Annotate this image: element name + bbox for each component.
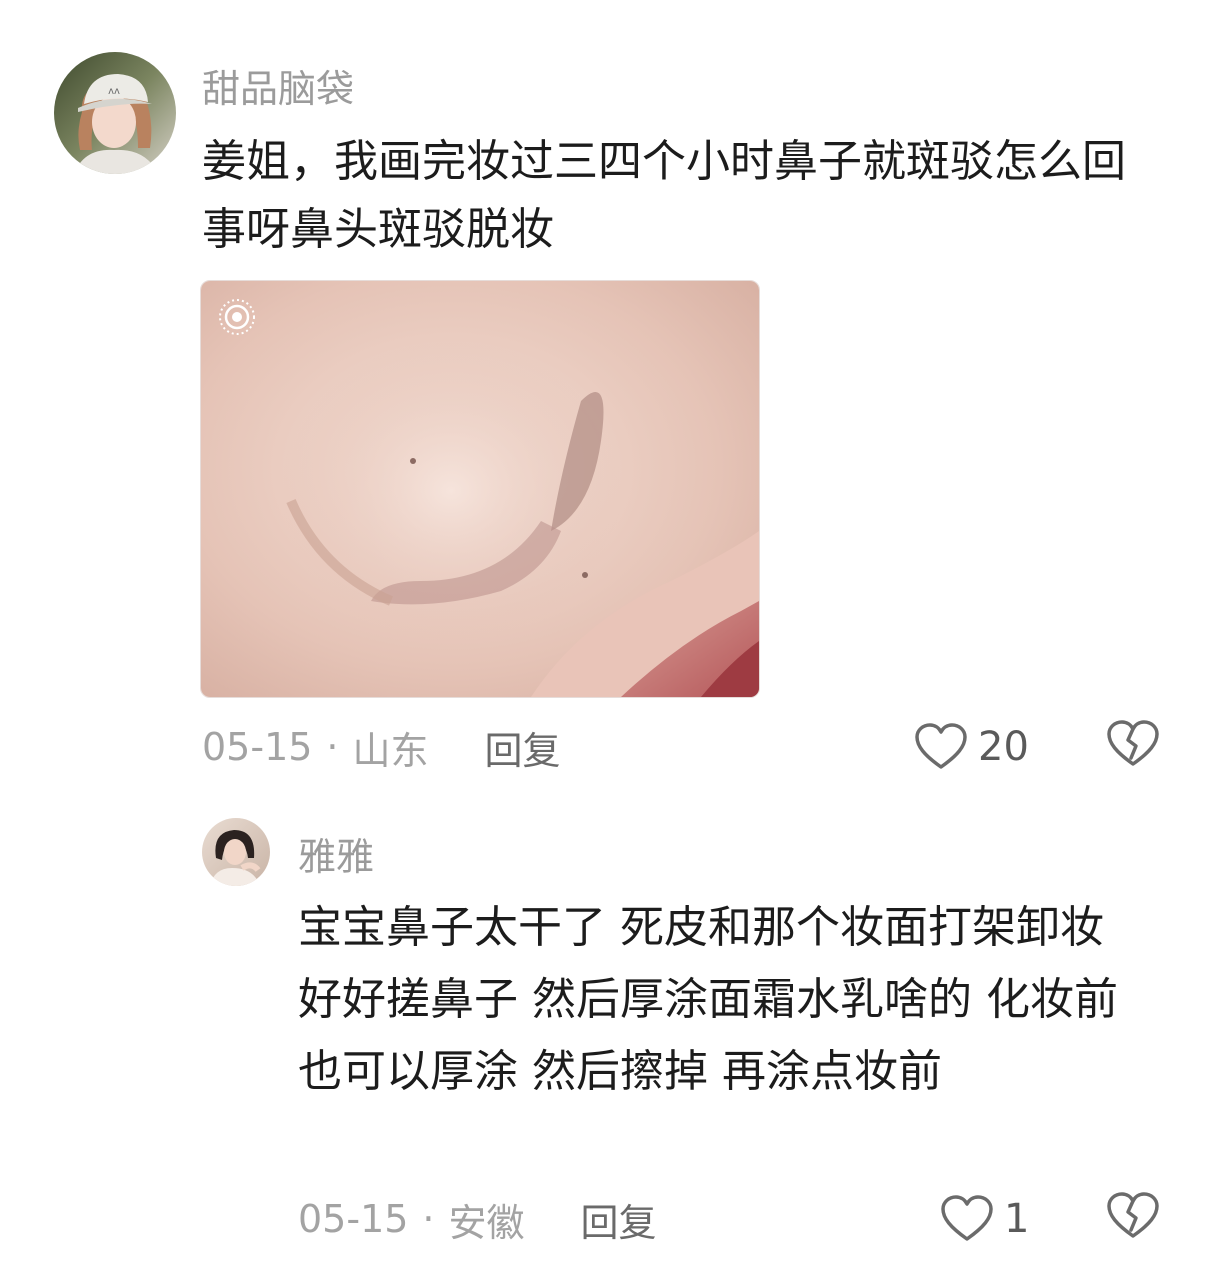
nose-photo bbox=[201, 281, 759, 697]
comment-meta: 05-15 · 山东 回复 bbox=[202, 720, 561, 775]
dislike-button[interactable] bbox=[1106, 720, 1160, 770]
comment-location: 山东 bbox=[352, 728, 429, 773]
meta-separator: · bbox=[422, 1197, 435, 1241]
comment-text: 姜姐，我画完妆过三四个小时鼻子就斑驳怎么回事呀鼻头斑驳脱妆 bbox=[202, 136, 1126, 255]
live-photo-icon bbox=[217, 297, 257, 337]
avatar[interactable]: ᴧᴧ bbox=[54, 52, 176, 174]
like-count: 1 bbox=[1004, 1196, 1030, 1242]
svg-text:ᴧᴧ: ᴧᴧ bbox=[108, 86, 120, 97]
heart-icon bbox=[941, 1195, 993, 1241]
user-avatar-icon: ᴧᴧ bbox=[54, 52, 176, 174]
avatar[interactable] bbox=[202, 818, 270, 886]
user-avatar-icon bbox=[202, 818, 270, 886]
comment-image[interactable] bbox=[200, 280, 760, 698]
like-button[interactable]: 1 bbox=[940, 1192, 1029, 1246]
comment-location: 安徽 bbox=[448, 1200, 525, 1245]
like-button[interactable]: 20 bbox=[914, 720, 1029, 774]
reply-comment-item: 雅雅 宝宝鼻子太干了 死皮和那个妆面打架卸妆 好好搓鼻子 然后厚涂面霜水乳啥的 … bbox=[0, 800, 1224, 1270]
comment-item: ᴧᴧ 甜品脑袋 姜姐，我画完妆过三四个小时鼻子就斑驳怎么回事呀鼻头斑驳脱妆 05… bbox=[0, 0, 1224, 790]
meta-separator: · bbox=[326, 725, 339, 769]
comment-meta: 05-15 · 安徽 回复 bbox=[298, 1192, 657, 1247]
heart-icon bbox=[915, 723, 967, 769]
comment-date: 05-15 bbox=[202, 725, 313, 769]
username[interactable]: 甜品脑袋 bbox=[202, 58, 354, 113]
reply-button[interactable]: 回复 bbox=[581, 1192, 657, 1247]
username[interactable]: 雅雅 bbox=[298, 826, 374, 881]
broken-heart-icon bbox=[1107, 1192, 1159, 1238]
comment-text: 宝宝鼻子太干了 死皮和那个妆面打架卸妆 好好搓鼻子 然后厚涂面霜水乳啥的 化妆前… bbox=[298, 902, 1118, 1097]
reply-button[interactable]: 回复 bbox=[485, 720, 561, 775]
dislike-button[interactable] bbox=[1106, 1192, 1160, 1242]
comment-date: 05-15 bbox=[298, 1197, 409, 1241]
like-count: 20 bbox=[978, 724, 1029, 770]
broken-heart-icon bbox=[1107, 720, 1159, 766]
